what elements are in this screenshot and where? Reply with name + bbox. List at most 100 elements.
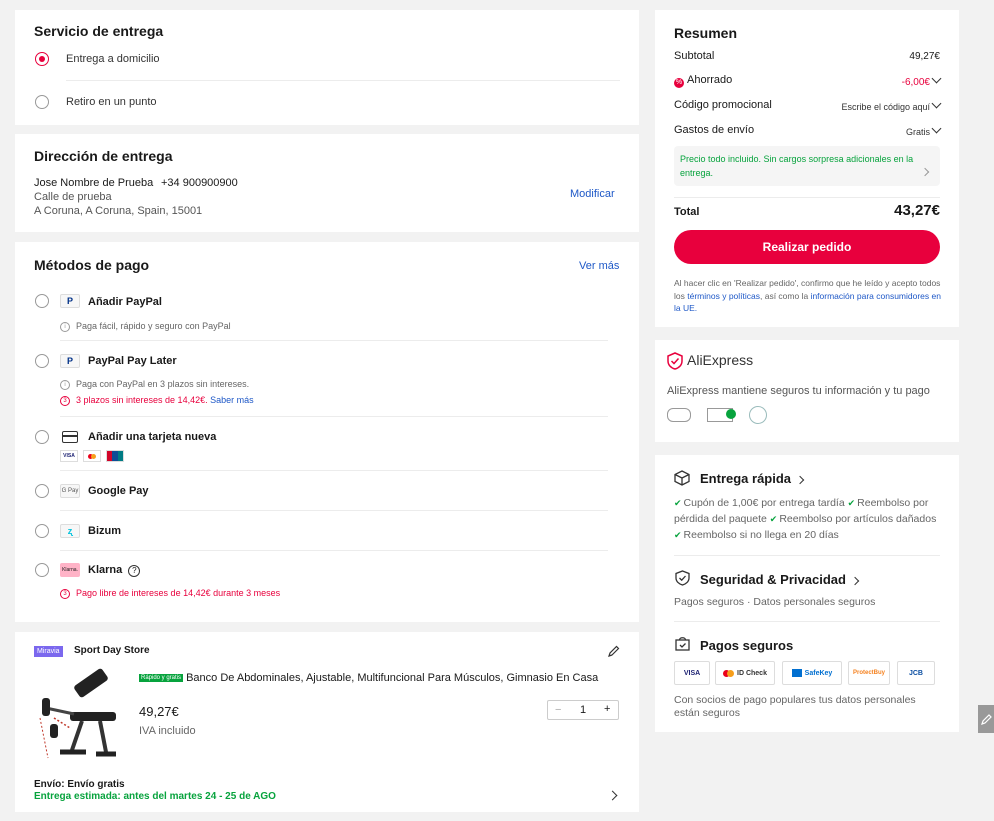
product-price: 49,27€	[139, 704, 179, 719]
certification-seal-icon	[749, 406, 767, 424]
klarna-radio[interactable]	[35, 563, 49, 577]
paypal-paylater-icon: P	[60, 354, 80, 368]
fast-delivery-title[interactable]: Entrega rápida	[700, 471, 805, 486]
quantity-value[interactable]: 1	[580, 704, 586, 716]
delivery-title: Servicio de entrega	[34, 23, 164, 39]
pickup-point-radio[interactable]	[35, 95, 49, 109]
address-title: Dirección de entrega	[34, 148, 173, 164]
paylater-promo: 33 plazos sin intereses de 14,42€. Saber…	[60, 395, 254, 406]
card-radio[interactable]	[35, 430, 49, 444]
saved-value[interactable]: -6,00€	[902, 73, 942, 88]
promo-code-input[interactable]: Escribe el código aquí	[841, 98, 942, 112]
tax-note: IVA incluido	[139, 725, 196, 737]
paylater-radio[interactable]	[35, 354, 49, 368]
legal-text: Al hacer clic en 'Realizar pedido', conf…	[674, 278, 941, 313]
klarna-promo: 3 Pago libre de intereses de 14,42€ duran…	[60, 588, 280, 599]
address-phone: +34 900900900	[161, 177, 238, 189]
shipping-cost-value[interactable]: Gratis	[906, 123, 942, 137]
mastercard-icon	[83, 450, 101, 462]
discount-icon: %	[674, 78, 684, 88]
chevron-down-icon	[931, 98, 942, 109]
trust-text: AliExpress mantiene seguros tu informaci…	[667, 385, 930, 397]
aliexpress-logo: AliExpress	[687, 352, 754, 368]
jcb-badge: JCB	[897, 661, 935, 685]
bizum-radio[interactable]	[35, 524, 49, 538]
edit-pencil-icon[interactable]	[607, 644, 621, 658]
address-name: Jose Nombre de Prueba	[34, 177, 154, 189]
pickup-point-label[interactable]: Retiro en un punto	[66, 96, 157, 108]
help-icon[interactable]: ?	[128, 565, 141, 577]
estimated-delivery: Entrega estimada: antes del martes 24 - …	[34, 791, 276, 802]
promo-code-label: Código promocional	[674, 99, 772, 111]
idcheck-badge: ID Check	[715, 661, 775, 685]
store-name[interactable]: Sport Day Store	[74, 645, 150, 656]
protectbuy-badge: ProtectBuy	[848, 661, 890, 685]
benefits-card: Entrega rápida ✔ Cupón de 1,00€ por entre…	[655, 455, 959, 732]
edit-address-link[interactable]: Modificar	[570, 188, 615, 200]
summary-card: Resumen Subtotal 49,27€ % Ahorrado -6,00€…	[655, 10, 959, 327]
shield-check-icon	[667, 352, 683, 375]
feedback-pencil-button[interactable]	[978, 705, 994, 733]
security-badge-icons	[667, 406, 767, 424]
klarna-icon: Klarna.	[60, 563, 80, 577]
total-value: 43,27€	[894, 202, 940, 219]
paypal-label[interactable]: Añadir PayPal	[88, 296, 162, 308]
product-image[interactable]	[34, 668, 124, 768]
chevron-right-icon[interactable]	[607, 786, 618, 804]
product-title[interactable]: Banco De Abdominales, Ajustable, Multifu…	[186, 672, 598, 684]
bizum-icon: ʐ	[60, 524, 80, 538]
verified-badge-icon	[707, 408, 736, 422]
saved-row[interactable]: % Ahorrado	[674, 74, 732, 88]
chevron-down-icon	[931, 123, 942, 134]
googlepay-icon: G Pay	[60, 484, 80, 498]
fast-free-tag: Rápido y gratis	[139, 674, 184, 682]
secure-payments-text: Con socios de pago populares tus datos p…	[674, 694, 916, 719]
bizum-label[interactable]: Bizum	[88, 525, 121, 537]
shipping-info: Envío: Envío gratis	[34, 779, 125, 790]
home-delivery-label[interactable]: Entrega a domicilio	[66, 53, 160, 65]
info-icon: i	[60, 379, 70, 390]
quantity-decrease-button[interactable]: −	[555, 704, 561, 716]
fast-delivery-benefits: ✔ Cupón de 1,00€ por entrega tardía ✔ Reem…	[674, 497, 937, 541]
summary-title: Resumen	[674, 25, 738, 41]
subtotal-label: Subtotal	[674, 50, 715, 62]
shopping-bag-check-icon	[675, 636, 690, 656]
chevron-down-icon	[931, 73, 942, 84]
payment-title: Métodos de pago	[34, 257, 150, 273]
shipping-cost-label: Gastos de envío	[674, 124, 755, 136]
paypal-icon: P	[60, 294, 80, 308]
googlepay-radio[interactable]	[35, 484, 49, 498]
klarna-label[interactable]: Klarna ?	[88, 564, 141, 577]
price-notice-text: Precio todo incluido. Sin cargos sorpres…	[680, 154, 914, 178]
security-title[interactable]: Seguridad & Privacidad	[700, 572, 860, 587]
security-text: Pagos seguros · Datos personales seguros	[674, 596, 876, 608]
box-icon	[674, 470, 690, 491]
more-payment-link[interactable]: Ver más	[579, 260, 619, 272]
paypal-radio[interactable]	[35, 294, 49, 308]
info-icon: i	[60, 321, 70, 332]
safekey-badge: SafeKey	[782, 661, 842, 685]
card-label[interactable]: Añadir una tarjeta nueva	[88, 431, 216, 443]
terms-link[interactable]: términos y políticas	[687, 291, 760, 301]
learn-more-link[interactable]: Saber más	[210, 395, 254, 405]
address-card: Dirección de entrega Jose Nombre de Prue…	[15, 134, 639, 232]
home-delivery-radio[interactable]	[35, 52, 49, 66]
chevron-right-icon	[795, 475, 805, 485]
trust-card: AliExpress AliExpress mantiene seguros t…	[655, 340, 959, 442]
place-order-button[interactable]: Realizar pedido	[674, 230, 940, 264]
delivery-card: Servicio de entrega Entrega a domicilio …	[15, 10, 639, 125]
store-badge: Miravia	[34, 646, 63, 657]
total-label: Total	[674, 206, 700, 218]
product-title-row[interactable]: Rápido y gratis Banco De Abdominales, Aj…	[139, 672, 619, 684]
visa-secure-badge: VISA	[674, 661, 710, 685]
visa-icon: VISA	[60, 450, 78, 462]
price-notice[interactable]: Precio todo incluido. Sin cargos sorpres…	[674, 146, 940, 186]
card-brands: VISA	[60, 450, 124, 462]
paylater-note: i Paga con PayPal en 3 plazos sin interes…	[60, 379, 249, 390]
quantity-increase-button[interactable]: +	[604, 703, 610, 715]
installment-icon: 3	[60, 588, 70, 599]
paylater-label[interactable]: PayPal Pay Later	[88, 355, 177, 367]
address-city: A Coruna, A Coruna, Spain, 15001	[34, 205, 203, 217]
googlepay-label[interactable]: Google Pay	[88, 485, 149, 497]
store-card: Miravia Sport Day Store Rápido y gratis …	[15, 632, 639, 812]
